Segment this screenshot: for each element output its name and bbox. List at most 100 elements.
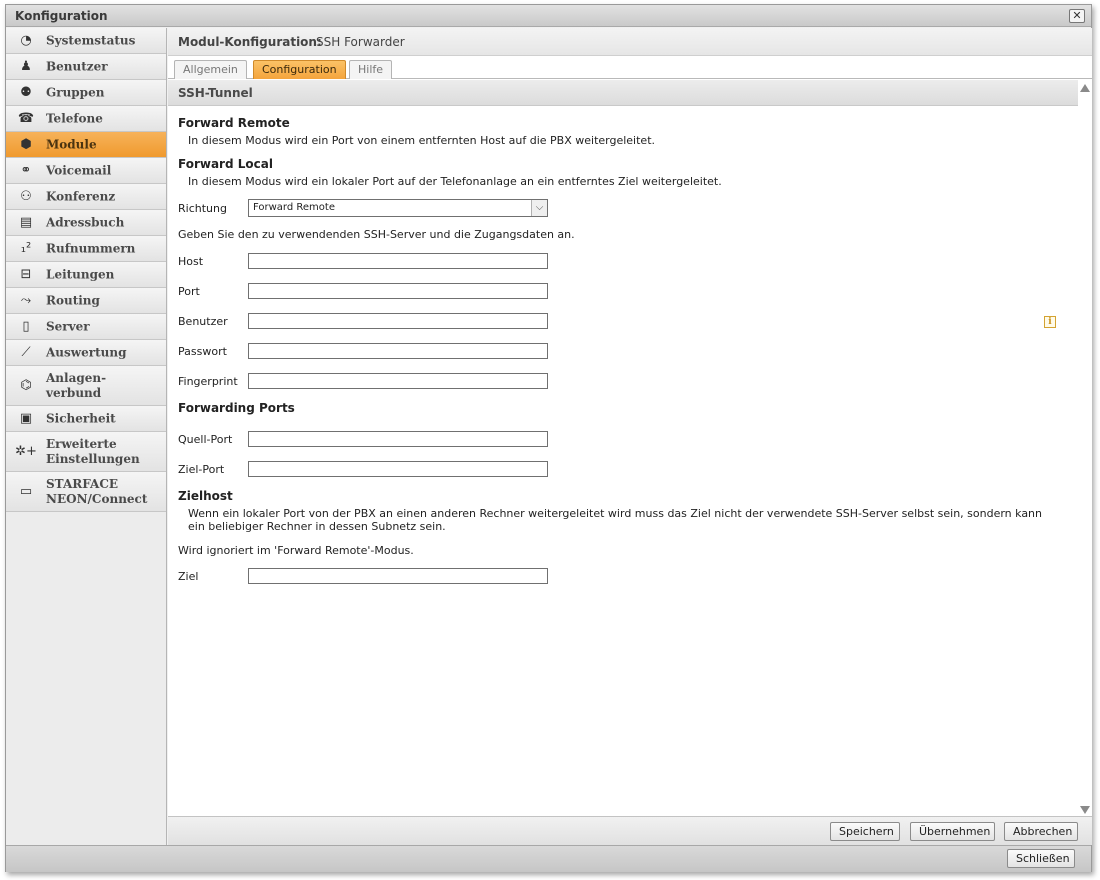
bottom-bar: Schließen [6,845,1091,872]
sidebar: ◔ Systemstatus ♟ Benutzer ⚉ Gruppen ☎ Te… [6,28,167,845]
window-title: Konfiguration [15,9,108,23]
port-input[interactable] [248,283,548,299]
sidebar-item-label-line1: Anlagen- [46,370,107,385]
sidebar-item-module[interactable]: ⬢ Module [6,132,166,158]
sidebar-item-leitungen[interactable]: ⊟ Leitungen [6,262,166,288]
sidebar-item-label: Voicemail [46,163,112,177]
group-icon: ⚉ [20,84,32,100]
sidebar-item-rufnummern[interactable]: ₁² Rufnummern [6,236,166,262]
chart-icon: ⟋ [21,344,31,360]
ziel-port-label: Ziel-Port [178,463,225,476]
sidebar-item-benutzer[interactable]: ♟ Benutzer [6,54,166,80]
sidebar-item-gruppen[interactable]: ⚉ Gruppen [6,80,166,106]
sidebar-item-label: Routing [46,293,100,307]
host-label: Host [178,255,204,268]
sidebar-item-auswertung[interactable]: ⟋ Auswertung [6,340,166,366]
sidebar-item-label: Benutzer [46,59,108,73]
module-header: Modul-Konfiguration: SSH Forwarder [168,28,1092,56]
sidebar-item-konferenz[interactable]: ⚇ Konferenz [6,184,166,210]
sidebar-item-adressbuch[interactable]: ▤ Adressbuch [6,210,166,236]
footer-bar: Speichern Übernehmen Abbrechen [168,816,1092,845]
conference-icon: ⚇ [20,188,32,204]
forward-local-heading: Forward Local [178,157,273,171]
scroll-down-icon[interactable] [1080,806,1090,814]
sidebar-item-label-line2: verbund [46,385,102,400]
fingerprint-input[interactable] [248,373,548,389]
forward-local-desc: In diesem Modus wird ein lokaler Port au… [188,175,722,188]
sidebar-item-starface-neon[interactable]: ▭ STARFACE NEON/Connect [6,472,166,512]
sidebar-item-label: STARFACE NEON/Connect [46,477,147,507]
sidebar-item-label: Adressbuch [46,215,125,229]
chevron-down-icon[interactable]: ⌵ [531,200,547,216]
sidebar-item-label: Systemstatus [46,33,136,47]
tab-bar: Allgemein Configuration Hilfe [168,57,1092,79]
sidebar-item-server[interactable]: ▯ Server [6,314,166,340]
ziel-label: Ziel [178,570,199,583]
close-button[interactable]: Schließen [1007,849,1075,868]
host-input[interactable] [248,253,548,269]
sidebar-item-sicherheit[interactable]: ▣ Sicherheit [6,406,166,432]
section-header: SSH-Tunnel [168,80,1078,106]
module-icon: ⬢ [20,136,32,152]
port-label: Port [178,285,200,298]
close-icon[interactable]: ✕ [1069,9,1085,23]
sidebar-item-erweiterte-einstellungen[interactable]: ✲+ Erweiterte Einstellungen [6,432,166,472]
sidebar-item-label: Konferenz [46,189,116,203]
user-icon: ♟ [20,58,32,74]
save-button[interactable]: Speichern [830,822,900,841]
sidebar-item-telefone[interactable]: ☎ Telefone [6,106,166,132]
sidebar-item-label: Sicherheit [46,411,116,425]
ziel-input[interactable] [248,568,548,584]
sidebar-item-routing[interactable]: ⤳ Routing [6,288,166,314]
voicemail-icon: ⚭ [20,162,32,178]
sidebar-item-label: Telefone [46,111,103,125]
benutzer-input[interactable] [248,313,548,329]
quell-port-input[interactable] [248,431,548,447]
forwarding-ports-heading: Forwarding Ports [178,401,295,415]
lock-icon: ▣ [19,410,33,426]
scroll-up-icon[interactable] [1080,84,1090,92]
info-icon[interactable]: i [1044,316,1056,328]
apply-button[interactable]: Übernehmen [910,822,995,841]
tab-configuration[interactable]: Configuration [253,60,346,79]
module-label: Modul-Konfiguration: [178,35,322,49]
server-icon: ▯ [22,318,30,334]
passwort-input[interactable] [248,343,548,359]
sidebar-item-label: Rufnummern [46,241,136,255]
sidebar-item-systemstatus[interactable]: ◔ Systemstatus [6,28,166,54]
form-content: Forward Remote In diesem Modus wird ein … [178,108,1078,808]
sidebar-item-label: Gruppen [46,85,105,99]
ignored-hint: Wird ignoriert im 'Forward Remote'-Modus… [178,544,414,557]
config-window: Konfiguration ✕ ◔ Systemstatus ♟ Benutze… [5,4,1092,872]
benutzer-label: Benutzer [178,315,228,328]
title-bar: Konfiguration ✕ [6,5,1091,27]
sidebar-item-label-line1: STARFACE [46,476,119,491]
forward-remote-desc: In diesem Modus wird ein Port von einem … [188,134,656,147]
ssh-hint: Geben Sie den zu verwendenden SSH-Server… [178,228,575,241]
sidebar-item-label-line1: Erweiterte [46,436,117,451]
sidebar-item-label: Leitungen [46,267,115,281]
sidebar-item-anlagenverbund[interactable]: ⌬ Anlagen- verbund [6,366,166,406]
richtung-value: Forward Remote [253,202,335,213]
sidebar-item-voicemail[interactable]: ⚭ Voicemail [6,158,166,184]
cancel-button[interactable]: Abbrechen [1004,822,1078,841]
zielhost-desc-line1: Wenn ein lokaler Port von der PBX an ein… [188,507,1043,520]
addressbook-icon: ▤ [19,214,33,230]
sidebar-item-label: Server [46,319,90,333]
clock-icon: ◔ [20,32,32,48]
tab-hilfe[interactable]: Hilfe [349,60,393,79]
sidebar-item-label-line2: NEON/Connect [46,491,148,506]
sidebar-item-label: Anlagen- verbund [46,371,106,401]
video-icon: ▭ [19,483,33,499]
routing-icon: ⤳ [20,292,32,308]
forward-remote-heading: Forward Remote [178,116,290,130]
passwort-label: Passwort [178,345,227,358]
module-name: SSH Forwarder [316,35,405,49]
main-panel: Modul-Konfiguration: SSH Forwarder Allge… [168,28,1092,845]
tab-allgemein[interactable]: Allgemein [174,60,247,79]
zielhost-desc-line2: ein beliebiger Rechner in dessen Subnetz… [188,520,446,533]
richtung-select[interactable]: Forward Remote ⌵ [248,199,548,217]
zielhost-heading: Zielhost [178,489,233,503]
scrollbar[interactable] [1078,80,1092,816]
ziel-port-input[interactable] [248,461,548,477]
